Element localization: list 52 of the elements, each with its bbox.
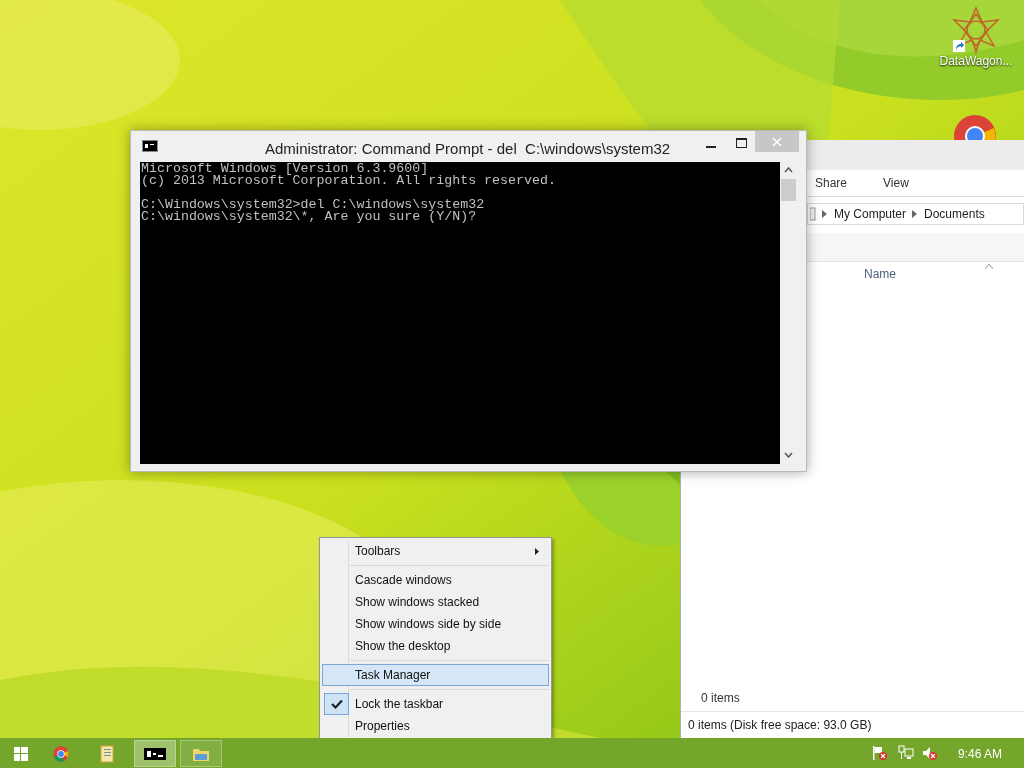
sort-caret-icon: [985, 264, 993, 269]
column-header-label: Name: [864, 266, 896, 283]
chevron-icon: [822, 210, 828, 218]
scroll-down-icon[interactable]: [784, 452, 793, 458]
menu-item[interactable]: Show windows side by side: [322, 613, 549, 635]
menu-item[interactable]: Properties: [322, 715, 549, 737]
console-line: C:\Windows\system32>del C:\windows\system32: [141, 199, 486, 211]
menu-item-label: Show the desktop: [355, 638, 451, 655]
menu-item[interactable]: Cascade windows: [322, 569, 549, 591]
folder-icon: [810, 207, 816, 221]
document-icon: [100, 744, 114, 763]
scroll-up-icon[interactable]: [784, 167, 793, 173]
icon-label: DataWagon...: [939, 54, 1013, 68]
close-icon: [772, 136, 782, 147]
console-line: Microsoft Windows [Version 6.3.9600]: [141, 163, 430, 175]
menu-item-label: Show windows side by side: [355, 616, 502, 633]
chevron-icon: [912, 210, 919, 218]
shortcut-arrow-icon: [953, 40, 965, 52]
breadcrumb-item[interactable]: Documents: [924, 205, 985, 223]
scroll-thumb[interactable]: [781, 179, 796, 201]
maximize-icon: [735, 138, 747, 148]
menu-item-label: Cascade windows: [355, 572, 452, 589]
window-title: Administrator: Command Prompt - del C:\windows\system32: [265, 139, 671, 159]
console-line: C:\windows\system32\*, Are you sure (Y/N)?: [141, 211, 477, 223]
menu-item-label: Lock the taskbar: [355, 696, 444, 713]
address-bar[interactable]: My Computer Documents: [807, 203, 1024, 225]
item-count: 0 items: [701, 690, 740, 707]
minimize-icon: [706, 146, 716, 148]
menu-item-label: Task Manager: [355, 667, 431, 684]
menu-item[interactable]: Show windows stacked: [322, 591, 549, 613]
ribbon-tab[interactable]: View: [883, 174, 909, 192]
ribbon-tab[interactable]: Share: [815, 174, 848, 192]
submenu-arrow-icon: [535, 548, 539, 555]
menu-item[interactable]: Lock the taskbar: [322, 693, 549, 715]
console-line: (c) 2013 Microsoft Corporation. All rights reserved.: [141, 175, 557, 187]
menu-item[interactable]: Toolbars: [322, 540, 549, 562]
menu-item-label: Show windows stacked: [355, 594, 480, 611]
menu-item[interactable]: Show the desktop: [322, 635, 549, 657]
console-icon: [142, 140, 158, 152]
menu-item-label: Toolbars: [355, 543, 401, 560]
start-icon: [14, 746, 28, 761]
network-icon[interactable]: [898, 745, 914, 761]
star-logo-icon: [952, 6, 1000, 54]
breadcrumb-item[interactable]: My Computer: [834, 205, 907, 223]
taskbar-button[interactable]: [134, 740, 176, 767]
speaker-muted-icon[interactable]: [922, 745, 938, 761]
column-header[interactable]: Name: [807, 262, 1024, 286]
console-icon: [144, 747, 166, 760]
menu-item-label: Properties: [355, 718, 410, 735]
chrome-icon: [53, 745, 69, 762]
menu-item[interactable]: Task Manager: [322, 664, 549, 686]
flag-warning-icon[interactable]: [872, 745, 888, 761]
